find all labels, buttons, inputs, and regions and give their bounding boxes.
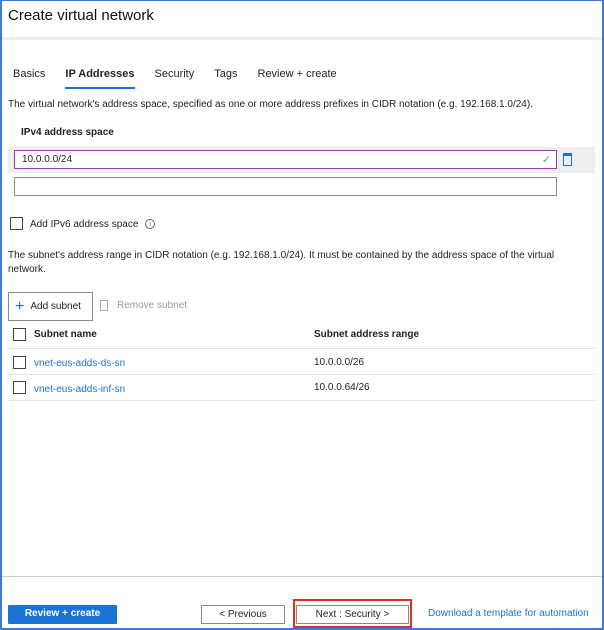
next-security-button[interactable]: Next : Security > [296,605,409,624]
select-all-checkbox[interactable] [13,328,26,341]
subnet-range: 10.0.0.0/26 [314,357,365,368]
ipv4-new-address-input[interactable] [14,177,557,196]
tab-review-create[interactable]: Review + create [258,68,337,89]
ipv4-label: IPv4 address space [21,127,114,138]
ipv6-label: Add IPv6 address space [30,219,139,230]
subnet-link[interactable]: vnet-eus-adds-ds-sn [34,357,125,371]
review-create-button[interactable]: Review + create [8,605,117,624]
divider [8,400,595,401]
add-subnet-label: Add subnet [30,301,81,312]
checkmark-icon: ✓ [541,154,551,166]
tab-security[interactable]: Security [155,68,195,89]
remove-subnet-label: Remove subnet [117,300,188,311]
ipv6-checkbox[interactable] [10,217,23,230]
subnet-link[interactable]: vnet-eus-adds-inf-sn [34,383,125,397]
column-header-range: Subnet address range [314,329,420,340]
divider [8,374,595,375]
remove-subnet-button[interactable]: Remove subnet [100,300,187,311]
info-icon[interactable]: i [145,219,155,229]
row-checkbox[interactable] [13,381,26,394]
page-title: Create virtual network [8,7,154,24]
footer-divider [2,576,602,577]
subnet-range: 10.0.0.64/26 [314,382,370,393]
column-header-name: Subnet name [34,329,97,340]
tab-ip-addresses[interactable]: IP Addresses [65,68,135,89]
add-subnet-button[interactable]: + Add subnet [8,292,93,321]
divider [8,348,595,349]
ipv4-address-input[interactable]: 10.0.0.0/24 ✓ [14,150,557,169]
header-divider [2,37,602,40]
plus-icon: + [15,297,25,315]
row-checkbox[interactable] [13,356,26,369]
address-space-description: The virtual network's address space, spe… [8,99,533,110]
tab-basics[interactable]: Basics [13,68,45,89]
trash-icon [100,300,108,311]
create-vnet-window: Create virtual network Basics IP Address… [0,0,604,630]
tab-tags[interactable]: Tags [214,68,237,89]
tab-bar: Basics IP Addresses Security Tags Review… [13,68,357,89]
ipv4-value: 10.0.0.0/24 [22,154,73,165]
download-template-link[interactable]: Download a template for automation [428,607,589,621]
previous-button[interactable]: < Previous [201,605,285,624]
delete-icon[interactable] [563,153,572,166]
subnet-description: The subnet's address range in CIDR notat… [8,250,555,275]
